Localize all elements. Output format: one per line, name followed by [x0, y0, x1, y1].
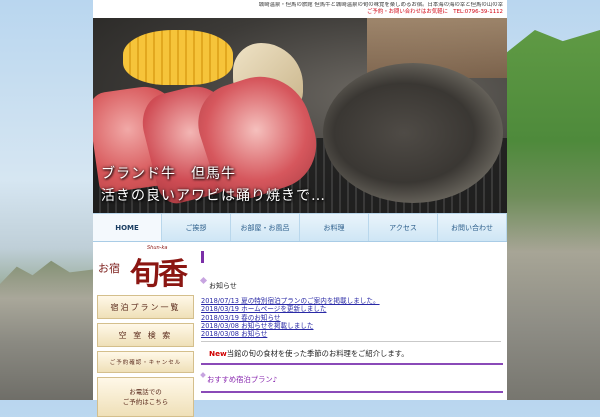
hero-caption-line1: ブランド牛 但馬牛 — [101, 166, 236, 182]
section-title: おすすめ宿泊プラン♪ — [207, 375, 278, 384]
phone-reservation-button[interactable]: お電話での ご予約はこちら — [97, 377, 194, 417]
hero-abalone — [323, 63, 503, 203]
section-rule-bottom — [201, 391, 503, 393]
news-item[interactable]: 2018/03/08 お知らせを掲載しました — [201, 322, 501, 330]
news-item[interactable]: 2018/03/19 春のお知らせ — [201, 314, 501, 322]
divider — [201, 341, 501, 342]
logo[interactable]: お宿 Shun-ka 旬香 — [95, 245, 195, 295]
nav-home[interactable]: HOME — [93, 214, 162, 241]
background-cliff-left — [0, 260, 93, 400]
nav-rooms[interactable]: お部屋・お風呂 — [231, 214, 300, 241]
main-nav: HOME ご挨拶 お部屋・お風呂 お料理 アクセス お問い合わせ — [93, 213, 507, 242]
accent-bar — [201, 251, 204, 263]
phone-label-1: お電話での — [129, 388, 162, 396]
background-forest-right — [507, 30, 600, 400]
nav-cuisine[interactable]: お料理 — [300, 214, 369, 241]
phone-label-2: ご予約はこちら — [122, 398, 169, 406]
news-list: 2018/07/13 夏の特別宿泊プランのご案内を掲載しました。 2018/03… — [201, 297, 501, 338]
new-announcement-text: 当館の旬の食材を使った季節のお料理をご紹介します。 — [226, 349, 409, 358]
plan-list-button[interactable]: 宿泊プラン一覧 — [97, 295, 194, 319]
news-item[interactable]: 2018/07/13 夏の特別宿泊プランのご案内を掲載しました。 — [201, 297, 501, 305]
sidebar: お宿 Shun-ka 旬香 宿泊プラン一覧 空 室 検 索 ご予約確認・キャンセ… — [95, 245, 195, 417]
vacancy-search-button[interactable]: 空 室 検 索 — [97, 323, 194, 347]
nav-access[interactable]: アクセス — [369, 214, 438, 241]
new-badge: New — [209, 349, 227, 358]
reservation-check-button[interactable]: ご予約確認・キャンセル — [97, 351, 194, 373]
section-rule — [201, 363, 503, 365]
news-item[interactable]: 2018/03/08 お知らせ — [201, 330, 501, 338]
page-container: 城崎温泉・但馬の旅館 但馬牛と城崎温泉の旬の味覚を楽しめるお宿。日本海の海の幸と… — [93, 0, 507, 417]
logo-prefix: お宿 — [98, 262, 120, 275]
new-announcement: New当館の旬の食材を使った季節のお料理をご紹介します。 — [209, 349, 409, 359]
news-heading: お知らせ — [209, 282, 237, 290]
hero-image: ブランド牛 但馬牛 活きの良いアワビは踊り焼きで… — [93, 18, 507, 213]
header-bar: 城崎温泉・但馬の旅館 但馬牛と城崎温泉の旬の味覚を楽しめるお宿。日本海の海の幸と… — [93, 0, 507, 18]
main-content: お知らせ 2018/07/13 夏の特別宿泊プランのご案内を掲載しました。 20… — [201, 245, 503, 400]
header-phone: ご予約・お問い合わせはお気軽に TEL:0796-39-1112 — [367, 8, 503, 15]
news-item[interactable]: 2018/03/19 ホームページを更新しました — [201, 305, 501, 313]
hero-caption: ブランド牛 但馬牛 活きの良いアワビは踊り焼きで… — [101, 163, 326, 207]
nav-contact[interactable]: お問い合わせ — [438, 214, 507, 241]
hero-corn — [123, 30, 233, 85]
hero-caption-line2: 活きの良いアワビは踊り焼きで… — [101, 188, 326, 204]
logo-name: 旬香 — [130, 257, 188, 292]
nav-greeting[interactable]: ご挨拶 — [162, 214, 231, 241]
